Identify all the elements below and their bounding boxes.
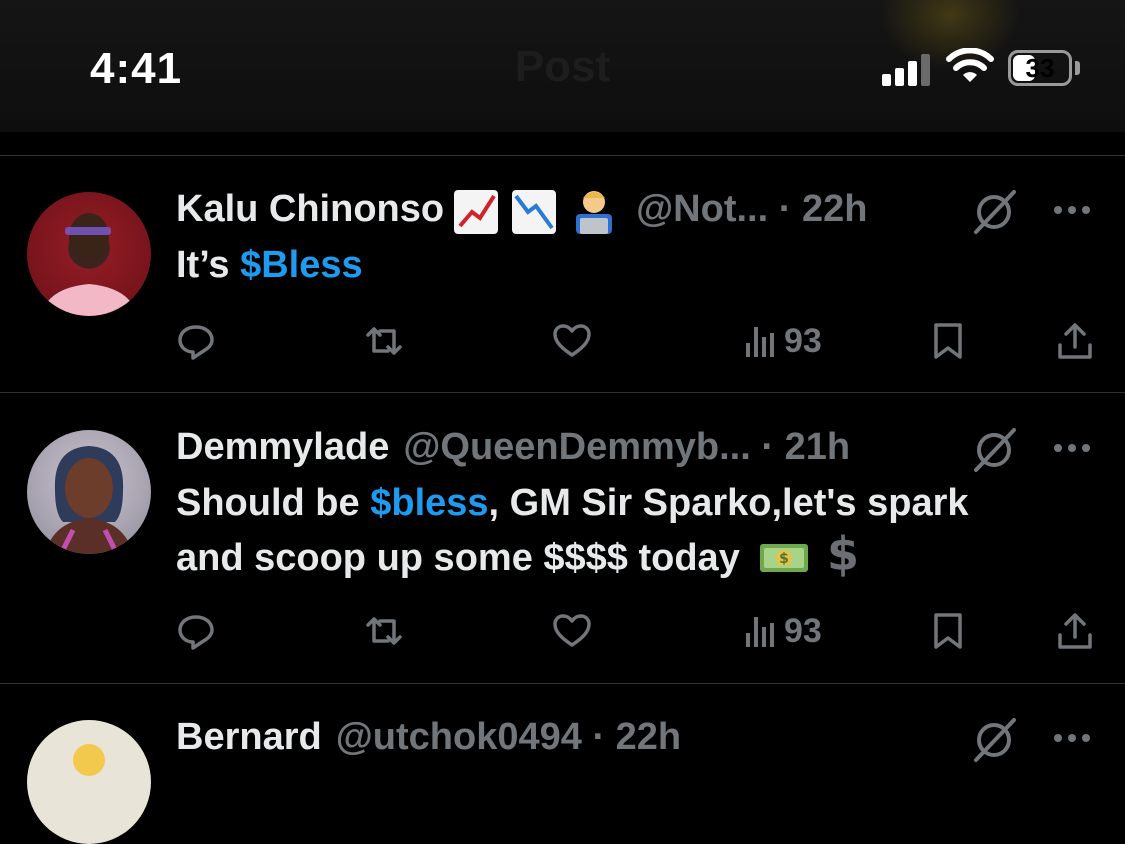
separator: · [778,188,792,230]
repost-icon [366,327,402,355]
author-name[interactable]: Demmylade [176,426,389,468]
author-name[interactable]: Kalu Chinonso [176,188,444,230]
bookmark-icon [934,613,962,649]
status-time: 4:41 [90,44,183,93]
share-button[interactable] [1056,608,1094,654]
views-button[interactable]: 93 [744,318,822,364]
svg-text:$: $ [780,551,790,567]
reply-icon [178,615,214,650]
more-options-icon[interactable] [1050,426,1094,470]
post-text: It’s $Bless [176,238,363,292]
divider [0,155,1125,156]
chart-increasing-emoji [454,189,499,234]
banknote-emoji: $ [756,534,812,578]
reply-button[interactable] [176,608,216,654]
battery-icon: 33 [1008,50,1072,86]
post-time[interactable]: 22h [616,716,681,758]
more-options-icon[interactable] [1050,188,1094,232]
cashtag-link[interactable]: $bless [370,482,488,524]
share-icon [1058,613,1092,649]
share-button[interactable] [1056,318,1094,364]
action-bar: 93 [0,608,1125,654]
avatar[interactable] [27,430,151,554]
avatar[interactable] [27,192,151,316]
post-text: Should be $bless, GM Sir Sparko,let's sp… [176,476,969,585]
post-text-line: and scoop up some $$$$ today $ $ [176,530,969,585]
repost-icon [366,617,402,645]
share-icon [1058,323,1092,359]
more-options-icon[interactable] [1050,716,1094,760]
post-header: Bernard @utchok0494 · 22h [176,712,681,762]
like-button[interactable] [552,608,592,654]
name-emojis [452,186,622,236]
wifi-icon [946,48,994,86]
bookmark-button[interactable] [930,318,966,364]
grok-icon[interactable] [970,716,1018,764]
views-count: 93 [784,611,822,650]
divider [0,683,1125,684]
post-text-part: , GM Sir Sparko,let's spark [488,482,969,524]
author-handle[interactable]: @utchok0494 [336,716,582,758]
post-time[interactable]: 21h [785,426,850,468]
heart-icon [553,614,591,647]
views-icon [746,617,774,647]
author-handle[interactable]: @Not... [636,188,768,230]
heavy-dollar-sign-emoji: $ [823,530,863,578]
like-button[interactable] [552,318,592,364]
views-icon [746,327,774,357]
divider [0,392,1125,393]
post-time[interactable]: 22h [802,188,867,230]
repost-button[interactable] [362,608,406,654]
heart-icon [553,324,591,357]
views-count: 93 [784,321,822,360]
grok-icon[interactable] [970,426,1018,474]
post-header: Kalu Chinonso @Not... · 22h [176,184,867,234]
status-bar: Post 4:41 33 [0,0,1125,132]
cellular-signal-icon [882,52,934,86]
separator: · [592,716,606,758]
chart-decreasing-emoji [512,189,557,234]
bookmark-button[interactable] [930,608,966,654]
reply-button[interactable] [176,318,216,364]
avatar[interactable] [27,720,151,844]
battery-tip [1075,61,1080,75]
post-text-part: It’s [176,244,241,286]
post-text-line: Should be $bless, GM Sir Sparko,let's sp… [176,476,969,530]
separator: · [761,426,775,468]
cashtag-link[interactable]: $Bless [240,244,363,286]
svg-text:$: $ [827,530,859,578]
reply-icon [178,325,214,360]
post-text-part: and scoop up some $$$$ today [176,537,740,579]
views-button[interactable]: 93 [744,608,822,654]
grok-icon[interactable] [970,188,1018,236]
repost-button[interactable] [362,318,406,364]
author-handle[interactable]: @QueenDemmyb... [403,426,750,468]
post-text-part: Should be [176,482,371,524]
action-bar: 93 [0,318,1125,364]
post-header: Demmylade @QueenDemmyb... · 21h [176,422,850,472]
bookmark-icon [934,323,962,359]
author-name[interactable]: Bernard [176,716,322,758]
technologist-emoji [576,190,613,234]
battery-level: 33 [1025,53,1055,83]
